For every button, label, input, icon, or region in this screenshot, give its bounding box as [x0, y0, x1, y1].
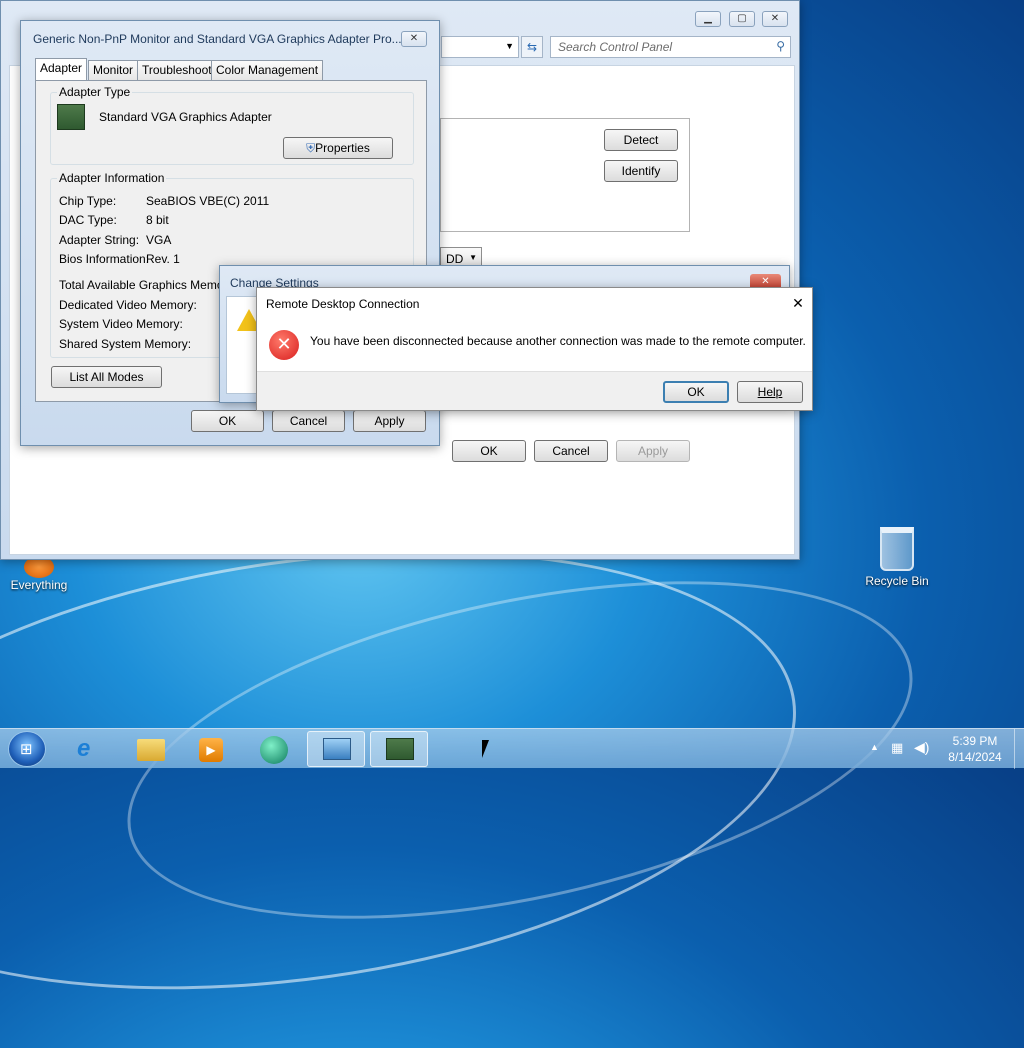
ok-button[interactable]: OK [191, 410, 264, 432]
maximize-button[interactable]: ▢ [729, 11, 755, 27]
refresh-button[interactable]: ⇆ [521, 36, 543, 58]
display-settings-icon [323, 738, 351, 760]
taskbar-app-button[interactable] [244, 731, 302, 767]
ok-button[interactable]: OK [663, 381, 729, 403]
address-bar[interactable]: ▼ [441, 36, 519, 58]
identify-button[interactable]: Identify [604, 160, 678, 182]
info-key: Chip Type: [59, 194, 117, 208]
window-title: Generic Non-PnP Monitor and Standard VGA… [33, 32, 402, 46]
folder-icon [137, 739, 165, 761]
taskbar-rdc-button[interactable] [370, 731, 428, 767]
clock-date: 8/14/2024 [948, 750, 1002, 764]
rdc-dialog: Remote Desktop Connection ✕ ✕ You have b… [256, 287, 813, 411]
adapter-type-group: Adapter Type Standard VGA Graphics Adapt… [50, 85, 414, 165]
adapter-name: Standard VGA Graphics Adapter [99, 110, 272, 124]
memory-label: Shared System Memory: [59, 337, 192, 351]
error-icon: ✕ [269, 330, 299, 360]
show-hidden-icons-icon[interactable]: ▲ [870, 742, 879, 752]
info-key: DAC Type: [59, 213, 117, 227]
tab-troubleshoot[interactable]: Troubleshoot [137, 60, 217, 80]
info-value: 8 bit [146, 213, 169, 227]
chevron-down-icon: ▼ [469, 253, 477, 262]
info-value: Rev. 1 [146, 252, 180, 266]
recycle-bin-icon [880, 527, 914, 571]
clock[interactable]: 5:39 PM 8/14/2024 [940, 733, 1010, 765]
dialog-message: You have been disconnected because anoth… [310, 334, 806, 348]
minimize-button[interactable]: ▁ [695, 11, 721, 27]
app-globe-icon [260, 736, 288, 764]
info-key: Adapter String: [59, 233, 140, 247]
desktop-icon-label: Everything [10, 578, 68, 592]
search-placeholder: Search Control Panel [558, 40, 673, 54]
list-all-modes-button[interactable]: List All Modes [51, 366, 162, 388]
remote-desktop-icon [386, 738, 414, 760]
close-button[interactable]: ✕ [789, 294, 807, 312]
desktop-icon-everything[interactable]: Everything [4, 556, 74, 592]
desktop-icon-recycle-bin[interactable]: Recycle Bin [860, 527, 934, 588]
show-desktop-button[interactable] [1014, 729, 1024, 769]
memory-label: System Video Memory: [59, 317, 183, 331]
apply-button[interactable]: Apply [353, 410, 426, 432]
taskbar: ⊞ e ▶ ▲ ▦ ◀) 5:39 PM 8/14/2024 [0, 728, 1024, 769]
close-button[interactable]: ✕ [762, 11, 788, 27]
taskbar-display-settings-button[interactable] [307, 731, 365, 767]
apply-button[interactable]: Apply [616, 440, 690, 462]
info-key: Bios Information: [59, 252, 150, 266]
shield-icon: ⛨ [306, 141, 316, 155]
memory-label: Dedicated Video Memory: [59, 298, 197, 312]
tab-color-management[interactable]: Color Management [211, 60, 324, 80]
mouse-cursor-icon [482, 740, 496, 758]
tab-monitor[interactable]: Monitor [88, 60, 139, 80]
media-player-icon: ▶ [199, 738, 223, 762]
volume-icon[interactable]: ◀) [914, 739, 929, 756]
info-value: VGA [146, 233, 172, 247]
tab-strip: Adapter Monitor Troubleshoot Color Manag… [35, 58, 427, 82]
windows-logo-icon: ⊞ [20, 741, 33, 758]
taskbar-ie-button[interactable]: e [62, 731, 120, 767]
graphics-card-icon [57, 104, 85, 130]
chevron-down-icon: ▼ [505, 41, 514, 51]
taskbar-explorer-button[interactable] [122, 731, 180, 767]
desktop-icon-label: Recycle Bin [865, 574, 929, 588]
detect-button[interactable]: Detect [604, 129, 678, 151]
dialog-title: Remote Desktop Connection [266, 297, 420, 311]
internet-explorer-icon: e [77, 735, 91, 762]
tab-adapter[interactable]: Adapter [35, 58, 88, 80]
search-input[interactable]: Search Control Panel ⚲ [550, 36, 791, 58]
dialog-footer: OK Help [257, 371, 812, 410]
adapter-type-label: Adapter Type [57, 85, 133, 99]
cancel-button[interactable]: Cancel [272, 410, 345, 432]
adapter-info-label: Adapter Information [57, 171, 167, 185]
search-icon: ⚲ [776, 39, 785, 53]
info-value: SeaBIOS VBE(C) 2011 [146, 194, 270, 208]
start-button[interactable]: ⊞ [8, 731, 46, 767]
clock-time: 5:39 PM [952, 734, 998, 748]
dropdown-value: DD [446, 252, 464, 266]
help-button[interactable]: Help [737, 381, 803, 403]
properties-button[interactable]: ⛨Properties [283, 137, 393, 159]
taskbar-media-player-button[interactable]: ▶ [182, 731, 240, 767]
ok-button[interactable]: OK [452, 440, 526, 462]
network-icon[interactable]: ▦ [891, 740, 903, 756]
cancel-button[interactable]: Cancel [534, 440, 608, 462]
close-button[interactable]: ✕ [401, 31, 427, 47]
memory-label: Total Available Graphics Memory: [59, 278, 237, 292]
